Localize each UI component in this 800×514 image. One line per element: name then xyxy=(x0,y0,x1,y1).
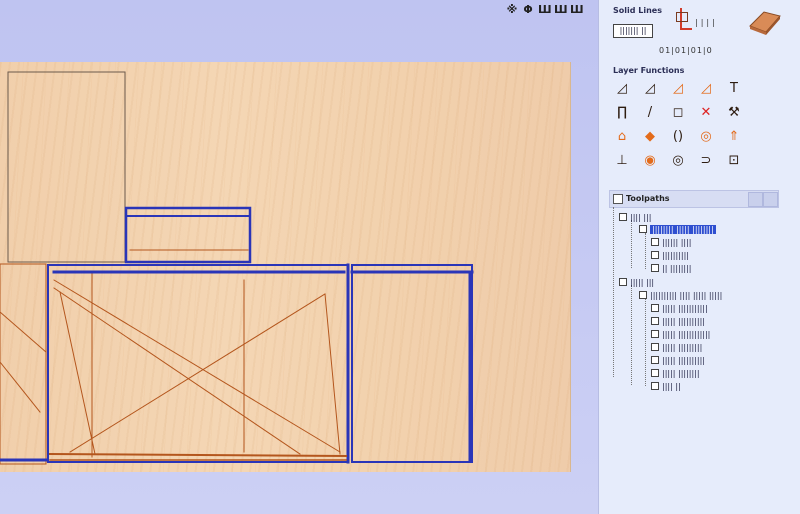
ruler-marks: |||| xyxy=(695,18,718,27)
tree-guide xyxy=(631,220,632,268)
tree-node-item-3[interactable]: ||||| |||||||||||| xyxy=(651,330,710,339)
view-toolbar: ※ Φ Ш Ш Ш xyxy=(506,3,584,17)
line-width-field[interactable]: ||||||| || xyxy=(613,24,653,38)
side-panel: Solid Lines ||||||| || |||| 01|01|01|0 L… xyxy=(598,0,800,514)
tree-node-root[interactable]: |||| ||| xyxy=(619,213,651,222)
tree-label: || |||||||| xyxy=(662,264,692,273)
material-preview-icon[interactable] xyxy=(746,8,782,36)
tree-node-item-2[interactable]: ||||| |||||||||| xyxy=(651,317,705,326)
tools-label: Layer Functions xyxy=(613,66,685,75)
tree-label: |||||||||| xyxy=(662,251,689,260)
tool-a-icon[interactable]: ◿ xyxy=(613,79,631,97)
tree-guide xyxy=(631,285,632,385)
position-readout: 01|01|01|0 xyxy=(659,46,713,55)
tool-i-icon[interactable]: ⚒ xyxy=(725,103,743,121)
tree-node-group[interactable]: ||||| ||| xyxy=(619,278,654,287)
tree-node-sub-3[interactable]: || |||||||| xyxy=(651,264,692,273)
view-toggle-d-icon[interactable]: Ш xyxy=(554,3,568,17)
material-block[interactable] xyxy=(0,62,571,472)
tool-b-icon[interactable]: ◿ xyxy=(641,79,659,97)
tree-label: ||||| ||| xyxy=(630,278,655,287)
tree-node-group-child[interactable]: |||||||||| |||| ||||| ||||| xyxy=(639,291,722,300)
tree-node-item-4[interactable]: ||||| ||||||||| xyxy=(651,343,702,352)
vector-drawing xyxy=(0,71,474,465)
tool-d-icon[interactable]: ◿ xyxy=(697,79,715,97)
view-toggle-c-icon[interactable]: Ш xyxy=(538,3,552,17)
tool-s-icon[interactable]: ⊡ xyxy=(725,151,743,169)
tree-label: ||||| |||||||| xyxy=(662,369,700,378)
tree-guide xyxy=(645,298,646,386)
tool-delete-icon[interactable]: ✕ xyxy=(697,103,715,121)
axes-icon xyxy=(676,8,692,34)
tree-node-item-1[interactable]: ||||| ||||||||||| xyxy=(651,304,708,313)
tree-checkbox[interactable] xyxy=(639,291,647,299)
3d-viewport[interactable]: ※ Φ Ш Ш Ш xyxy=(0,0,598,514)
tool-r-icon[interactable]: ⊃ xyxy=(697,151,715,169)
tree-node-selected[interactable]: |||||||| ||||| |||||||| xyxy=(639,225,716,234)
line-style-label: Solid Lines xyxy=(613,6,662,15)
tree-label: |||||| |||| xyxy=(662,238,692,247)
tree-checkbox[interactable] xyxy=(651,356,659,364)
tree-node-sub-2[interactable]: |||||||||| xyxy=(651,251,689,260)
tool-h-icon[interactable]: ◻ xyxy=(669,103,687,121)
tree-label: |||| ||| xyxy=(630,213,652,222)
vector-carcass xyxy=(47,264,349,463)
tree-checkbox[interactable] xyxy=(619,278,627,286)
vector-panel-tall xyxy=(7,71,126,263)
tree-checkbox[interactable] xyxy=(619,213,627,221)
tree-checkbox[interactable] xyxy=(651,264,659,272)
tool-o-icon[interactable]: ⊥ xyxy=(613,151,631,169)
view-toggle-b-icon[interactable]: Φ xyxy=(522,3,534,17)
tool-f-icon[interactable]: ∏ xyxy=(613,103,631,121)
tree-label: ||||| ||||||||||| xyxy=(662,304,708,313)
view-toggle-a-icon[interactable]: ※ xyxy=(506,3,518,17)
tree-label: |||||||||| |||| ||||| ||||| xyxy=(650,291,723,300)
tree-checkbox[interactable] xyxy=(639,225,647,233)
tree-label: |||| || xyxy=(662,382,681,391)
view-toggle-e-icon[interactable]: Ш xyxy=(570,3,584,17)
tool-n-icon[interactable]: ⇑ xyxy=(725,127,743,145)
tool-c-icon[interactable]: ◿ xyxy=(669,79,687,97)
tree-node-item-6[interactable]: ||||| |||||||| xyxy=(651,369,700,378)
tree-collapse-button[interactable] xyxy=(748,192,763,207)
tree-label: ||||| |||||||||||| xyxy=(662,330,711,339)
tool-q-icon[interactable]: ◎ xyxy=(669,151,687,169)
tree-checkbox[interactable] xyxy=(651,238,659,246)
tree-guide xyxy=(613,207,614,377)
tree-checkbox[interactable] xyxy=(651,343,659,351)
tool-p-icon[interactable]: ◉ xyxy=(641,151,659,169)
tree-label: ||||| |||||||||| xyxy=(662,356,705,365)
tree-checkbox[interactable] xyxy=(651,369,659,377)
tree-guide xyxy=(645,233,646,269)
vector-side-left xyxy=(0,263,47,465)
tree-close-button[interactable] xyxy=(763,192,778,207)
tree-node-item-5[interactable]: ||||| |||||||||| xyxy=(651,356,705,365)
tree-label: |||||||| ||||| |||||||| xyxy=(650,225,716,234)
vector-door-right xyxy=(351,264,473,463)
tree-node-sub-1[interactable]: |||||| |||| xyxy=(651,238,692,247)
tree-checkbox[interactable] xyxy=(651,304,659,312)
tree-checkbox[interactable] xyxy=(651,317,659,325)
toolpath-tree-header: Toolpaths xyxy=(609,190,779,208)
tree-label: ||||| ||||||||| xyxy=(662,343,703,352)
tool-grid: ◿ ◿ ◿ ◿ T ∏ / ◻ ✕ ⚒ ⌂ ◆ () ◎ ⇑ ⊥ ◉ ◎ ⊃ ⊡ xyxy=(613,79,747,169)
tool-k-icon[interactable]: ◆ xyxy=(641,127,659,145)
tree-checkbox[interactable] xyxy=(651,382,659,390)
tool-e-icon[interactable]: T xyxy=(725,79,743,97)
tree-checkbox[interactable] xyxy=(651,251,659,259)
tree-title: Toolpaths xyxy=(626,194,670,203)
tree-checkbox[interactable] xyxy=(651,330,659,338)
tree-label: ||||| |||||||||| xyxy=(662,317,705,326)
tree-header-icon xyxy=(613,194,623,204)
tool-l-icon[interactable]: () xyxy=(669,127,687,145)
tool-g-icon[interactable]: / xyxy=(641,103,659,121)
tree-node-item-7[interactable]: |||| || xyxy=(651,382,681,391)
tool-j-icon[interactable]: ⌂ xyxy=(613,127,631,145)
tool-m-icon[interactable]: ◎ xyxy=(697,127,715,145)
